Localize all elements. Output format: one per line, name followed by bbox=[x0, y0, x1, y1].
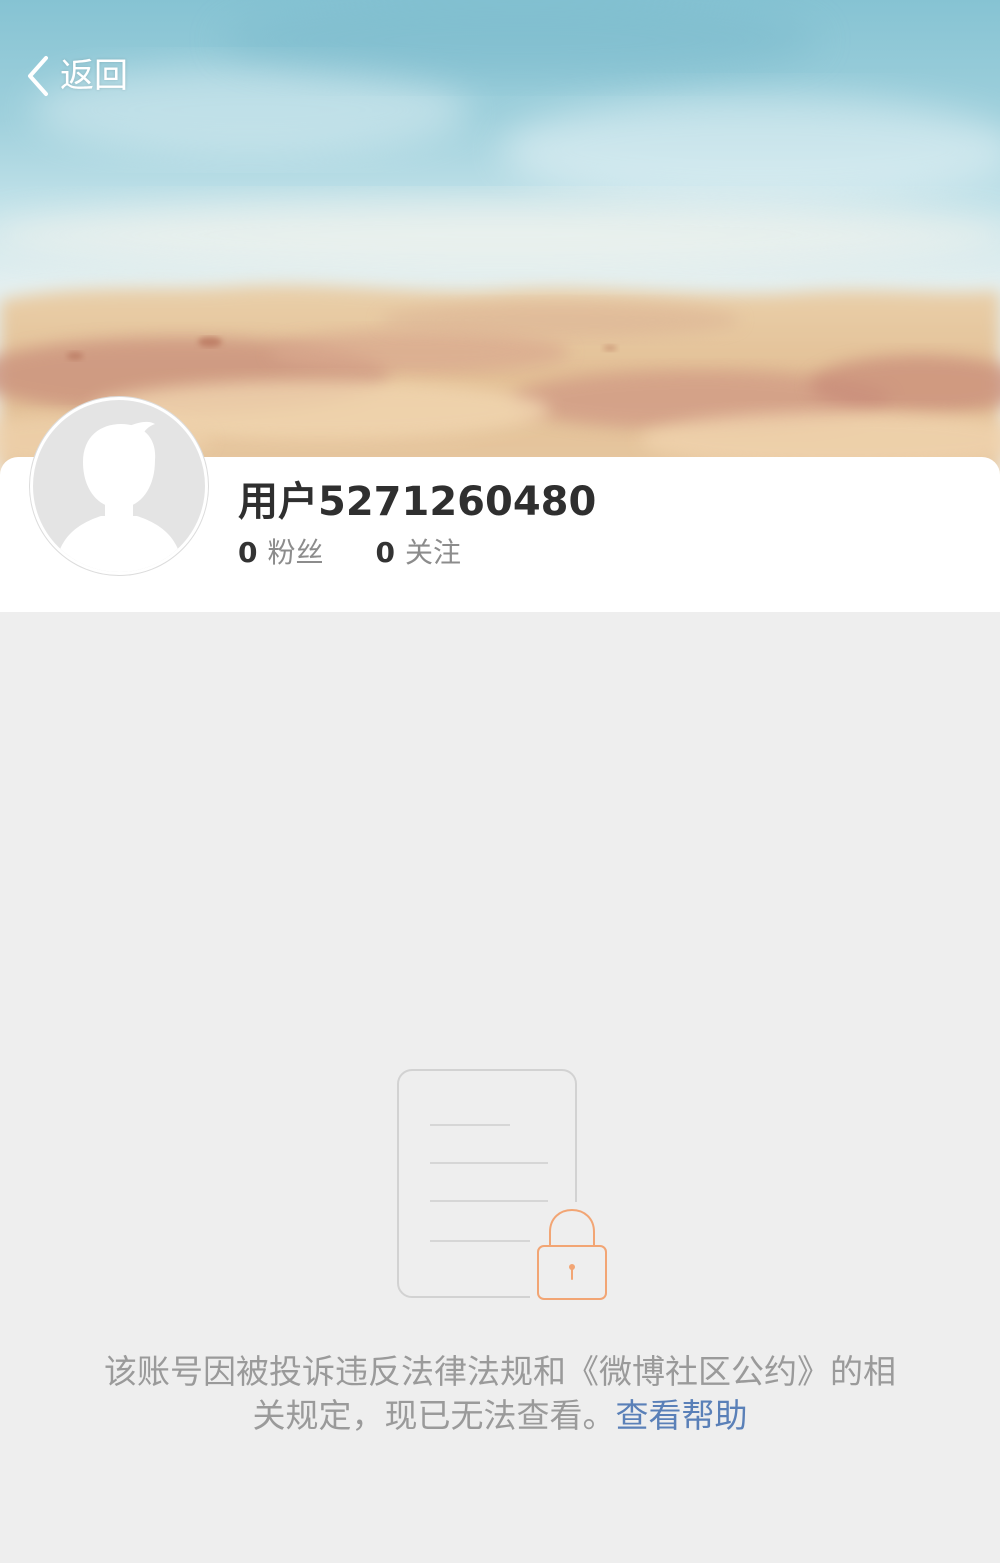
followers-count: 0 bbox=[238, 536, 258, 569]
following-count: 0 bbox=[375, 536, 395, 569]
back-label: 返回 bbox=[60, 56, 128, 96]
help-link[interactable]: 查看帮助 bbox=[616, 1396, 748, 1435]
chevron-left-icon bbox=[28, 56, 48, 96]
following-stat[interactable]: 0 关注 bbox=[376, 533, 462, 573]
notice-message: 该账号因被投诉违反法律法规和《微博社区公约》的相关规定，现已无法查看。 bbox=[104, 1352, 896, 1435]
locked-document-icon bbox=[397, 1069, 616, 1308]
followers-label: 粉丝 bbox=[267, 536, 324, 569]
avatar-placeholder-icon bbox=[55, 421, 183, 572]
followers-stat[interactable]: 0 粉丝 bbox=[238, 533, 324, 573]
avatar[interactable] bbox=[30, 397, 208, 575]
back-button[interactable]: 返回 bbox=[22, 48, 128, 104]
username: 用户5271260480 bbox=[238, 479, 597, 525]
following-label: 关注 bbox=[404, 536, 461, 569]
profile-stats: 0 粉丝 0 关注 bbox=[238, 533, 461, 573]
account-restricted-notice: 该账号因被投诉违反法律法规和《微博社区公约》的相关规定，现已无法查看。查看帮助 bbox=[100, 1350, 900, 1438]
